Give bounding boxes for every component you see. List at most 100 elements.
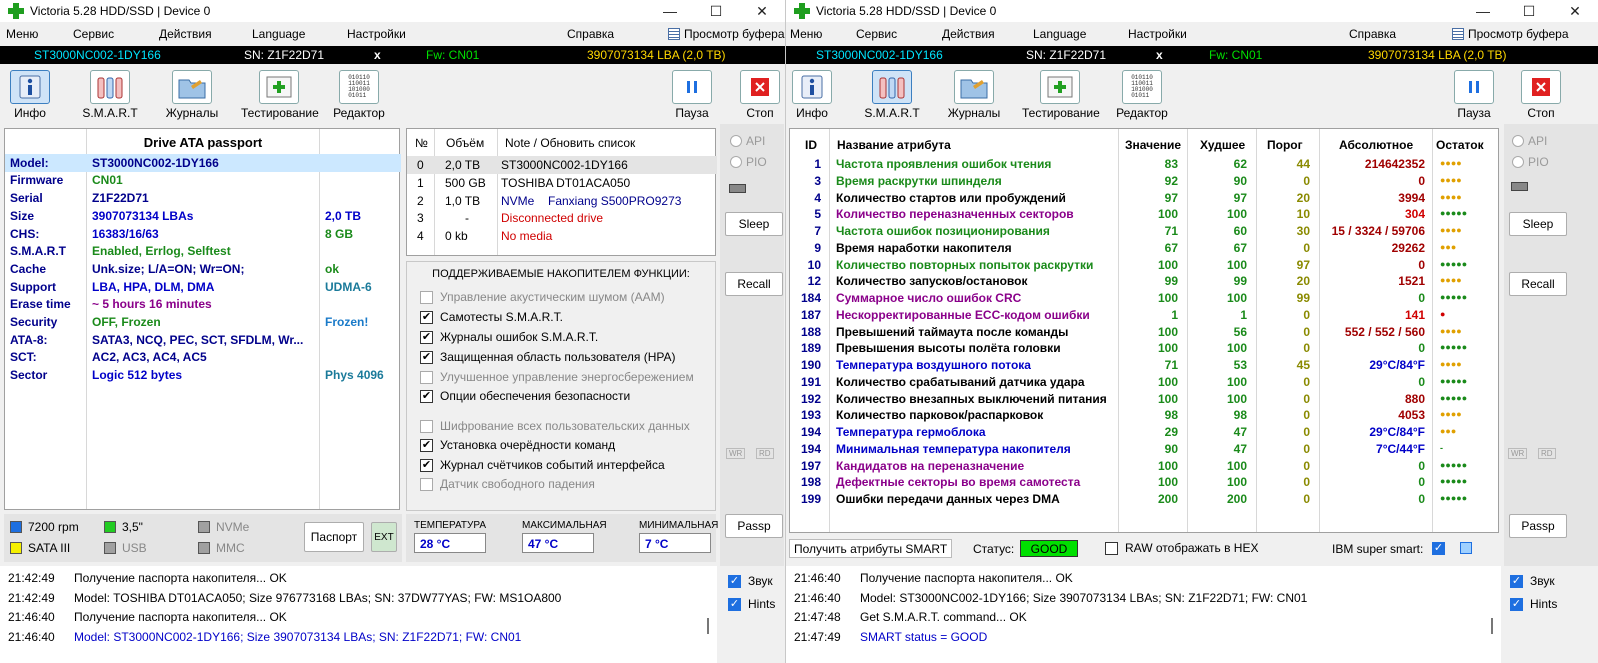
col-header-id[interactable]: ID [805,138,817,152]
col-header-raw[interactable]: Абсолютное [1339,138,1413,152]
menu-item-service[interactable]: Сервис [856,27,897,41]
tool-logs[interactable]: Журналы [156,70,228,120]
smart-row[interactable]: 5 Количество переназначенных секторов 100 1… [790,205,1500,222]
device-row[interactable]: 2 1,0 TB NVMe Fanxiang S500PRO9273 [407,192,717,210]
hints-checkbox[interactable]: ✓ Hints [1510,597,1557,611]
smart-row[interactable]: 9 Время наработки накопителя 67 67 0 29262 ●●● [790,239,1500,256]
smart-row[interactable]: 197 Кандидатов на переназначение 100 100 0 0 ●… [790,457,1500,474]
get-smart-button[interactable]: Получить атрибуты SMART [789,539,953,558]
sleep-button[interactable]: Sleep [725,212,783,236]
hints-checkbox[interactable]: ✓ Hints [728,597,775,611]
passp-button[interactable]: Passp [1509,514,1567,538]
radio-pio[interactable]: PIO [1512,155,1549,169]
sound-checkbox[interactable]: ✓ Звук [1510,574,1555,588]
device-row[interactable]: 1 500 GB TOSHIBA DT01ACA050 [407,174,717,192]
tool-editor[interactable]: 010110 110011 101000 01011 Редактор [1106,70,1178,120]
menu-item-help[interactable]: Справка [567,27,614,41]
pause-button[interactable]: Пауза [1438,70,1510,120]
log-scrollbar[interactable] [1491,618,1493,634]
smart-row[interactable]: 184 Суммарное число ошибок CRC 100 100 99 0 ●●… [790,289,1500,306]
col-header-name[interactable]: Название атрибута [837,138,951,152]
radio-api[interactable]: API [1512,134,1547,148]
smart-row[interactable]: 12 Количество запусков/остановок 99 99 20 152… [790,272,1500,289]
pause-button[interactable]: Пауза [656,70,728,120]
raw-hex-checkbox[interactable]: RAW отображать в HEX [1105,541,1258,555]
close-button[interactable]: ✕ [739,0,785,22]
menu-item-actions[interactable]: Действия [159,27,212,41]
passport-button[interactable]: Паспорт [304,522,364,552]
ibm-super-smart-checkbox[interactable]: ✓ [1432,542,1445,555]
col-header-note[interactable]: Note / Обновить список [505,129,635,157]
feature-checkbox[interactable]: Улучшенное управление энергосбережением [420,370,694,384]
smart-row[interactable]: 194 Температура гермоблока 29 47 0 29°C/84°F ●… [790,423,1500,440]
smart-row[interactable]: 1 Частота проявления ошибок чтения 83 62 44 2… [790,155,1500,172]
menu-item-service[interactable]: Сервис [73,27,114,41]
smart-row[interactable]: 189 Превышения высоты полёта головки 100 10… [790,339,1500,356]
col-header-threshold[interactable]: Порог [1267,138,1303,152]
feature-checkbox[interactable]: ✔ Журналы ошибок S.M.A.R.T. [420,330,598,344]
maximize-button[interactable]: ☐ [1506,0,1552,22]
smart-row[interactable]: 188 Превышений таймаута после команды 100 5… [790,323,1500,340]
minimize-button[interactable]: — [647,0,693,22]
feature-checkbox[interactable]: ✔ Опции обеспечения безопасности [420,389,630,403]
tool-info[interactable]: Инфо [786,70,848,120]
buffer-view-menu[interactable]: Просмотр буфера [1452,27,1569,41]
recall-button[interactable]: Recall [1509,272,1567,296]
device-row[interactable]: 4 0 kb No media [407,227,717,245]
feature-checkbox[interactable]: Шифрование всех пользовательских данных [420,419,690,433]
tool-editor[interactable]: 010110 110011 101000 01011 Редактор [323,70,395,120]
smart-row[interactable]: 199 Ошибки передачи данных через DMA 200 20… [790,490,1500,507]
tool-testing[interactable]: Тестирование [241,70,319,120]
sound-checkbox[interactable]: ✓ Звук [728,574,773,588]
smart-row[interactable]: 190 Температура воздушного потока 71 53 45 29… [790,356,1500,373]
smart-row[interactable]: 3 Время раскрутки шпинделя 92 90 0 0 ●●●● [790,172,1500,189]
buffer-view-menu[interactable]: Просмотр буфера [668,27,785,41]
col-header-value[interactable]: Значение [1125,138,1181,152]
sleep-button[interactable]: Sleep [1509,212,1567,236]
menu-item-language[interactable]: Language [252,27,305,41]
feature-checkbox[interactable]: ✔ Самотесты S.M.A.R.T. [420,310,563,324]
menu-item-actions[interactable]: Действия [942,27,995,41]
device-row[interactable]: 0 2,0 TB ST3000NC002-1DY166 [407,156,717,174]
recall-button[interactable]: Recall [725,272,783,296]
tool-smart[interactable]: S.M.A.R.T [74,70,146,120]
maximize-button[interactable]: ☐ [693,0,739,22]
stop-button[interactable]: Стоп [1505,70,1577,120]
devbar-close-x[interactable]: x [1156,48,1163,62]
tool-smart[interactable]: S.M.A.R.T [856,70,928,120]
menu-item-menu[interactable]: Меню [6,27,38,41]
smart-row[interactable]: 194 Минимальная температура накопителя 90 4… [790,440,1500,457]
smart-row[interactable]: 4 Количество стартов или пробуждений 97 97 2… [790,189,1500,206]
smart-row[interactable]: 191 Количество срабатываний датчика удара… [790,373,1500,390]
smart-row[interactable]: 187 Нескорректированные ECC-кодом ошибки 1… [790,306,1500,323]
col-header-remaining[interactable]: Остаток [1436,138,1484,152]
feature-checkbox[interactable]: ✔ Защищенная область пользователя (HPA) [420,350,676,364]
menu-item-language[interactable]: Language [1033,27,1086,41]
feature-checkbox[interactable]: ✔ Установка очерёдности команд [420,438,615,452]
passp-button[interactable]: Passp [725,514,783,538]
smart-row[interactable]: 198 Дефектные секторы во время самотеста 1… [790,473,1500,490]
tool-testing[interactable]: Тестирование [1022,70,1100,120]
smart-row[interactable]: 7 Частота ошибок позиционирования 71 60 30 15… [790,222,1500,239]
feature-checkbox[interactable]: Датчик свободного падения [420,477,595,491]
smart-row[interactable]: 192 Количество внезапных выключений питан… [790,390,1500,407]
menu-item-help[interactable]: Справка [1349,27,1396,41]
close-button[interactable]: ✕ [1552,0,1598,22]
col-header-worst[interactable]: Худшее [1200,138,1245,152]
log-scrollbar[interactable] [707,618,709,634]
smart-row[interactable]: 193 Количество парковок/распарковок 98 98 0 4… [790,406,1500,423]
devbar-close-x[interactable]: x [374,48,381,62]
device-row[interactable]: 3 - Disconnected drive [407,209,717,227]
tool-logs[interactable]: Журналы [938,70,1010,120]
feature-checkbox[interactable]: ✔ Журнал счётчиков событий интерфейса [420,458,665,472]
menu-item-settings[interactable]: Настройки [1128,27,1187,41]
ext-button[interactable]: EXT [371,522,397,552]
tool-info[interactable]: Инфо [0,70,66,120]
menu-item-settings[interactable]: Настройки [347,27,406,41]
menu-item-menu[interactable]: Меню [790,27,822,41]
smart-row[interactable]: 10 Количество повторных попыток раскрутки… [790,256,1500,273]
radio-pio[interactable]: PIO [730,155,767,169]
radio-api[interactable]: API [730,134,765,148]
minimize-button[interactable]: — [1460,0,1506,22]
stop-button[interactable]: Стоп [724,70,785,120]
